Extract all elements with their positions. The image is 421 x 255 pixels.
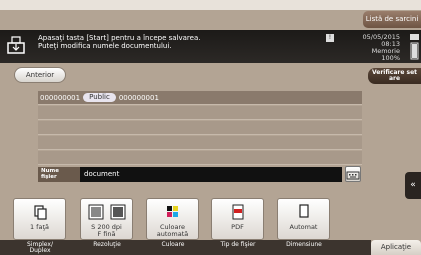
empty-list-row (38, 151, 362, 165)
color-caption: Culoare (161, 241, 185, 248)
info-icon: ! (326, 34, 334, 42)
empty-list-row (38, 136, 362, 150)
paper-size-icon (298, 204, 309, 218)
document-name-field[interactable]: Nume fişier document (38, 167, 342, 182)
paper-size-button[interactable]: Automat (277, 198, 330, 240)
message-bar: Apasaţi tasta [Start] pentru a începe sa… (0, 30, 421, 63)
box-type-badge: Public (83, 93, 116, 102)
status-message-line-1: Apasaţi tasta [Start] pentru a începe sa… (38, 34, 201, 42)
memory-value: 100% (381, 54, 400, 62)
resolution-button[interactable]: S 200 dpi F fină (80, 198, 133, 240)
check-settings-label-line-2: are (388, 75, 401, 82)
document-name-value: document (84, 170, 120, 178)
file-type-button[interactable]: PDF (211, 198, 264, 240)
double-chevron-left-icon: « (410, 180, 416, 190)
memory-status-icon (410, 34, 419, 60)
resolution-caption: Rezoluţie (93, 241, 121, 248)
status-message: Apasaţi tasta [Start] pentru a începe sa… (38, 34, 200, 50)
single-sided-icon (33, 205, 47, 220)
save-to-box-icon (7, 36, 25, 54)
destination-box-number: 000000001 (40, 93, 81, 102)
file-type-value: PDF (231, 223, 244, 231)
destination-row[interactable]: 000000001 Public 000000001 (38, 91, 362, 105)
destination-list: 000000001 Public 000000001 (38, 91, 362, 166)
top-strip (0, 0, 421, 10)
datetime-status: 05/05/2015 08:13 Memorie 100% (340, 34, 400, 62)
job-list-tab[interactable]: Listă de sarcini (363, 11, 421, 28)
simplex-duplex-value: 1 faţă (29, 223, 49, 231)
empty-list-row (38, 106, 362, 120)
resolution-quality: F fină (97, 230, 116, 238)
paper-size-value: Automat (289, 223, 318, 231)
application-tab[interactable]: Aplicaţie (371, 240, 421, 255)
destination-box-name: 000000001 (118, 93, 159, 102)
paper-size-caption: Dimensiune (286, 241, 322, 248)
keyboard-button[interactable] (345, 166, 361, 182)
simplex-duplex-button[interactable]: 1 faţă (13, 198, 66, 240)
function-buttons-row: 1 faţă Simplex/ Duplex S 200 dpi F fină … (0, 198, 421, 255)
check-settings-button[interactable]: Verificare set are (368, 68, 421, 84)
resolution-icon (88, 204, 125, 220)
simplex-duplex-caption-line-2: Duplex (29, 247, 51, 254)
pdf-file-icon (232, 204, 243, 220)
color-value-2: automată (156, 230, 189, 238)
color-button[interactable]: Culoare automată (146, 198, 199, 240)
document-name-label-line-2: fişier (41, 174, 57, 180)
side-panel-toggle[interactable]: « (405, 172, 421, 199)
back-button[interactable]: Anterior (14, 67, 66, 83)
empty-list-row (38, 121, 362, 135)
file-type-caption: Tip de fişier (220, 241, 256, 248)
color-icon (166, 206, 178, 217)
document-name-label: Nume fişier (38, 167, 80, 182)
keyboard-icon (346, 171, 360, 180)
status-message-line-2: Puteţi modifica numele documentului. (38, 42, 172, 50)
simplex-duplex-caption: Simplex/ Duplex (9, 242, 71, 254)
